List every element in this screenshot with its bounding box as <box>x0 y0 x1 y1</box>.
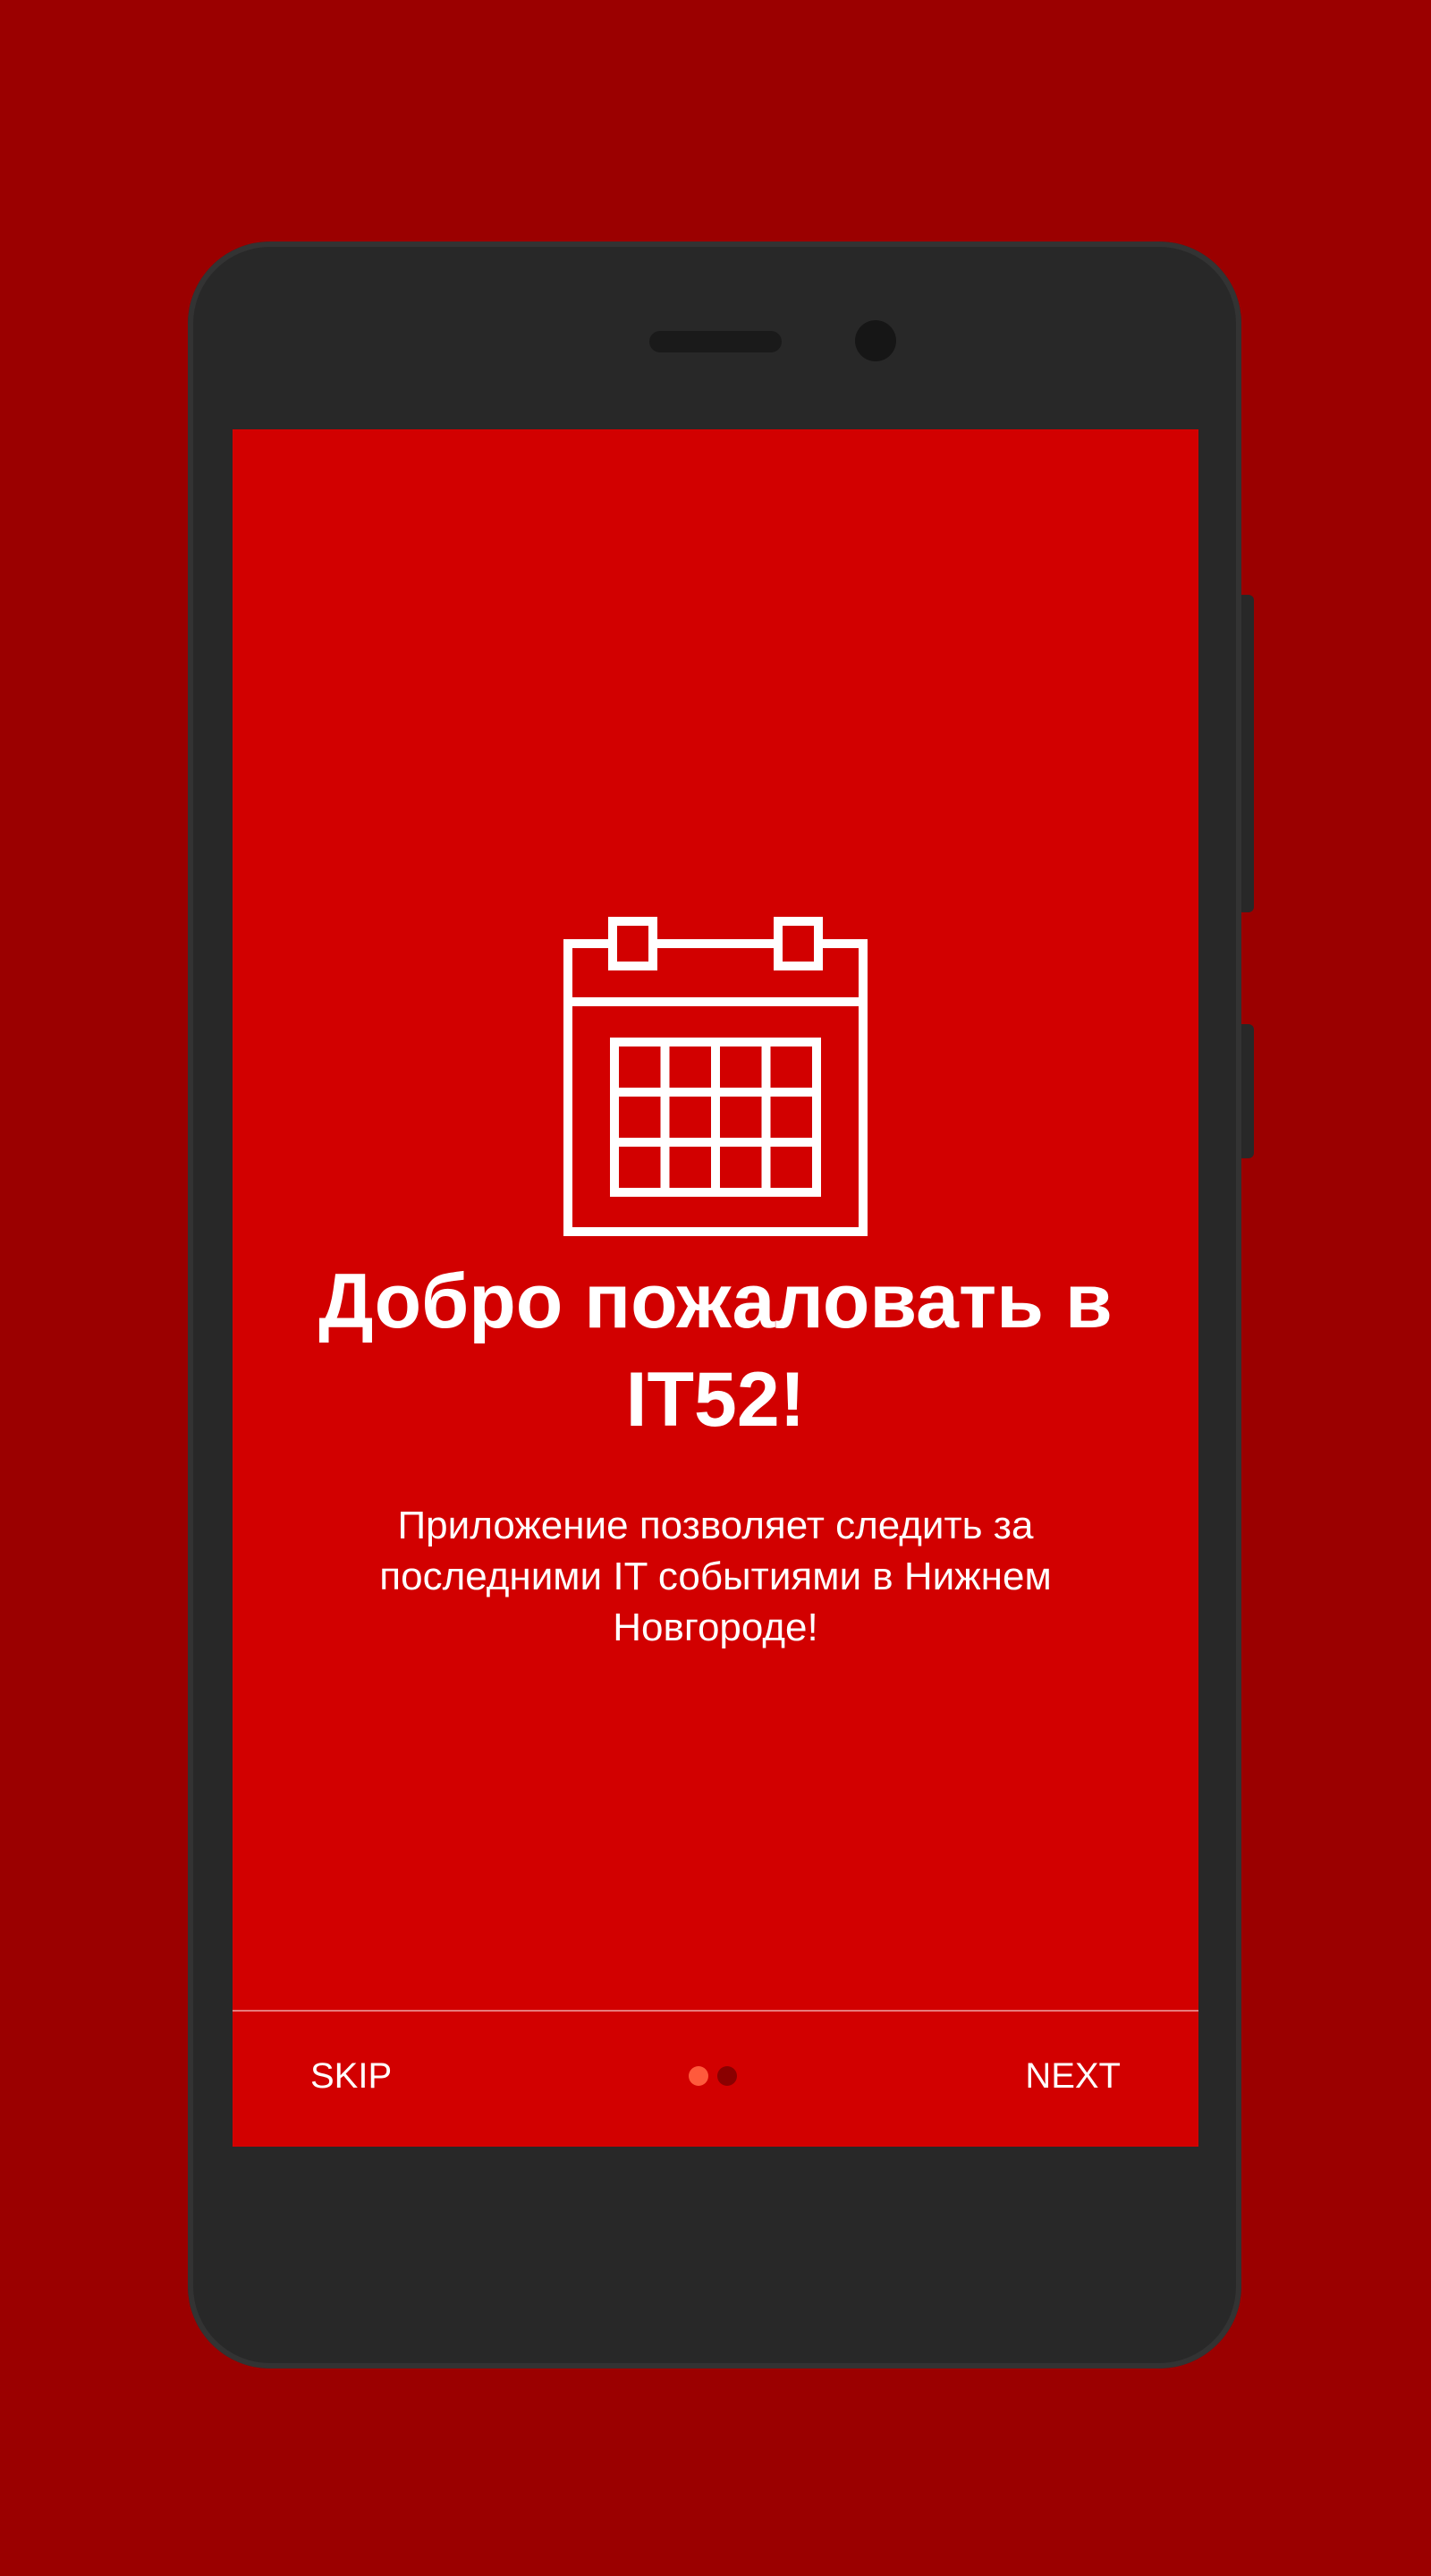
skip-button[interactable]: SKIP <box>300 2049 402 2103</box>
onboarding-nav-bar: SKIP NEXT <box>233 2012 1198 2147</box>
calendar-icon <box>563 917 868 1236</box>
onboarding-screen: Добро пожаловать в IT52! Приложение позв… <box>233 429 1198 2147</box>
phone-power-button <box>1241 595 1254 912</box>
welcome-description: Приложение позволяет следить за последни… <box>379 1504 1052 1649</box>
phone-camera <box>855 320 896 361</box>
page-dot-active <box>689 2066 708 2086</box>
phone-speaker <box>649 331 782 352</box>
next-button[interactable]: NEXT <box>1014 2049 1131 2103</box>
phone-frame: Добро пожаловать в IT52! Приложение позв… <box>188 242 1241 2368</box>
page-dot-inactive <box>717 2066 737 2086</box>
welcome-title: Добро пожаловать в IT52! <box>318 1258 1113 1443</box>
phone-volume-button <box>1241 1024 1254 1158</box>
